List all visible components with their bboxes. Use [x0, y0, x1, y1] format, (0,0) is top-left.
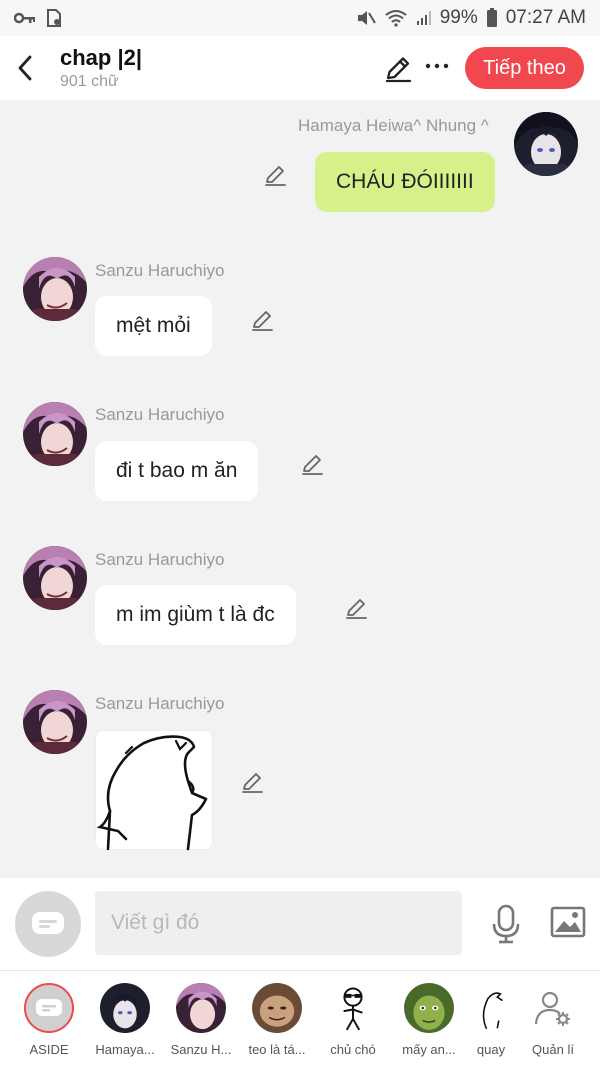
pencil-icon [346, 599, 367, 619]
back-button[interactable] [2, 36, 48, 100]
chat-bubble-icon [36, 999, 62, 1016]
more-options-button[interactable] [422, 50, 452, 80]
character-bar: ASIDE Hamaya... Sanzu H... teo là tá... … [0, 970, 600, 1067]
wifi-icon [385, 10, 407, 27]
avatar[interactable] [23, 257, 87, 321]
manage-characters-button[interactable]: Quản lí [515, 971, 591, 1067]
user-settings-icon [534, 991, 570, 1026]
character-label: teo là tá... [248, 1042, 306, 1057]
character-aside[interactable]: ASIDE [11, 971, 87, 1067]
avatar [252, 983, 302, 1033]
aside-avatar [24, 983, 74, 1033]
avatar [328, 983, 378, 1033]
voice-button[interactable] [490, 904, 522, 944]
pencil-icon [242, 773, 263, 793]
avatar-image [514, 112, 578, 176]
page-title: chap |2| [60, 45, 143, 70]
chat-area[interactable]: Hamaya Heiwa^ Nhung ^ CHÁU ĐÓIIIIIII San… [0, 100, 600, 878]
character-label: Sanzu H... [170, 1042, 232, 1057]
mute-icon [357, 11, 376, 25]
avatar-image [23, 257, 87, 321]
sender-name: Sanzu Haruchiyo [95, 405, 225, 424]
avatar [100, 983, 150, 1033]
aside-toggle-button[interactable] [15, 891, 81, 957]
battery-percent: 99% [439, 7, 478, 28]
edit-message-button[interactable] [250, 308, 274, 332]
more-dots-icon [425, 63, 449, 69]
image-button[interactable] [550, 906, 586, 938]
character-label: Hamaya... [95, 1042, 155, 1057]
sender-name: Hamaya Heiwa^ Nhung ^ [298, 116, 489, 135]
pencil-icon [302, 455, 323, 475]
next-button[interactable]: Tiếp theo [465, 47, 584, 89]
avatar[interactable] [23, 546, 87, 610]
avatar-image [23, 546, 87, 610]
character-label: chủ chó [330, 1042, 376, 1057]
image-icon [550, 906, 586, 938]
character-label: ASIDE [29, 1042, 69, 1057]
avatar[interactable] [23, 690, 87, 754]
character-label: Quản lí [532, 1042, 574, 1057]
pencil-icon [252, 311, 273, 331]
sender-name: Sanzu Haruchiyo [95, 550, 225, 569]
edit-message-button[interactable] [240, 770, 264, 794]
edit-message-button[interactable] [300, 452, 324, 476]
key-icon [14, 12, 35, 24]
edit-message-button[interactable] [344, 596, 368, 620]
character-sanzu[interactable]: Sanzu H... [163, 971, 239, 1067]
composer-bar [0, 878, 600, 970]
sim-card-icon [47, 9, 61, 27]
battery-icon [486, 8, 497, 27]
doodle-drawing [96, 735, 208, 851]
pencil-icon [385, 57, 412, 83]
edit-message-button[interactable] [263, 163, 287, 187]
avatar[interactable] [514, 112, 578, 176]
header: chap |2| 901 chữ Tiếp theo [0, 36, 600, 100]
status-bar: 99% 07:27 AM [0, 0, 600, 36]
character-teo[interactable]: teo là tá... [239, 971, 315, 1067]
message-bubble[interactable]: CHÁU ĐÓIIIIIII [315, 152, 495, 212]
message-image[interactable] [95, 730, 213, 851]
avatar[interactable] [23, 402, 87, 466]
avatar [404, 983, 454, 1033]
chevron-left-icon [18, 55, 32, 81]
sender-name: Sanzu Haruchiyo [95, 261, 225, 280]
character-hamaya[interactable]: Hamaya... [87, 971, 163, 1067]
message-bubble[interactable]: mệt mỏi [95, 296, 212, 356]
avatar [176, 983, 226, 1033]
edit-title-button[interactable] [383, 54, 413, 84]
microphone-icon [492, 904, 520, 944]
avatar-image [23, 402, 87, 466]
sender-name: Sanzu Haruchiyo [95, 694, 225, 713]
manage-avatar [528, 983, 578, 1033]
message-bubble[interactable]: đi t bao m ăn [95, 441, 259, 501]
pencil-icon [265, 166, 286, 186]
chat-bubble-icon [32, 912, 64, 934]
avatar-image [23, 690, 87, 754]
clock: 07:27 AM [505, 7, 586, 28]
signal-icon [416, 11, 431, 25]
avatar [466, 983, 516, 1033]
word-count: 901 chữ [60, 73, 119, 90]
character-chu-cho[interactable]: chủ chó [315, 971, 391, 1067]
message-bubble[interactable]: m im giùm t là đc [95, 585, 296, 645]
message-input[interactable] [95, 891, 462, 955]
